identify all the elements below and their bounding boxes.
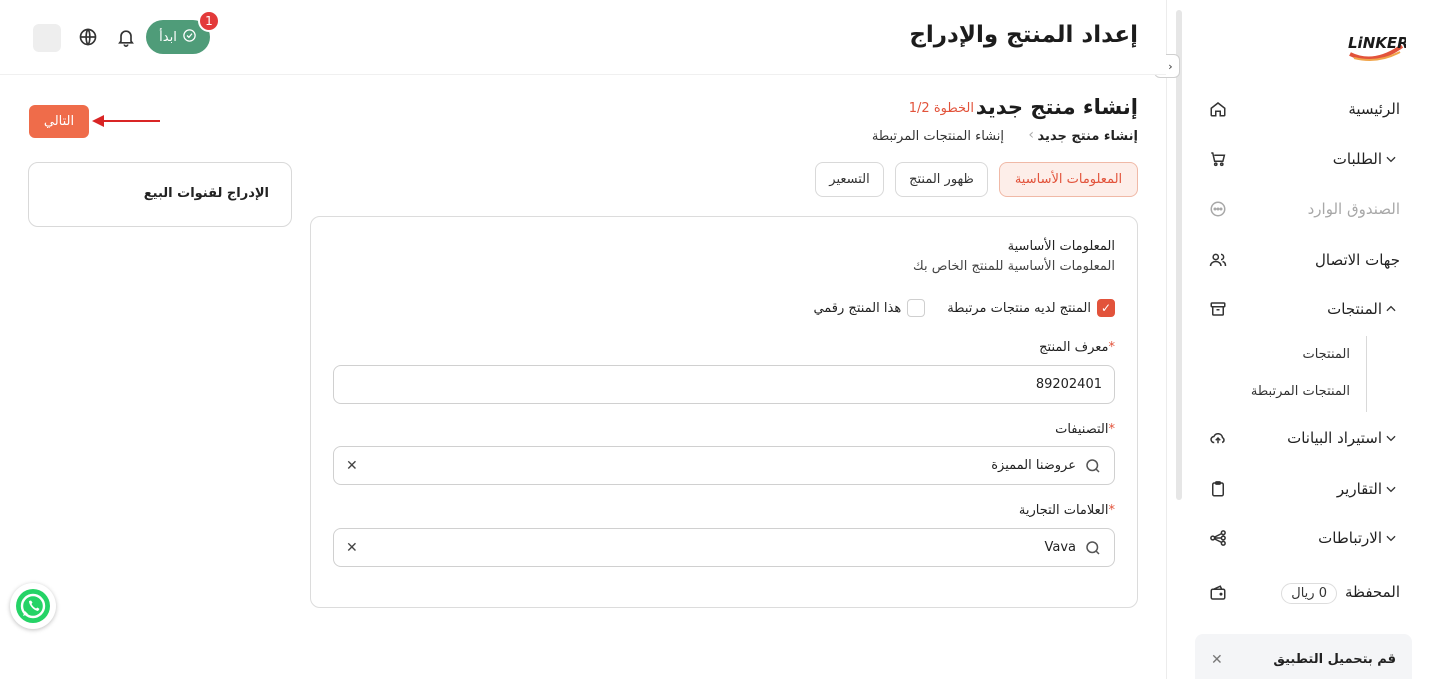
checkbox-row: ✓ المنتج لديه منتجات مرتبطة هذا المنتج ر… bbox=[813, 299, 1115, 317]
nav-wallet-label: المحفظة 0 ريال bbox=[1229, 582, 1400, 604]
brands-label: العلامات التجارية* bbox=[1019, 503, 1115, 518]
chevron-down-icon[interactable] bbox=[1382, 429, 1400, 447]
nav-home-label: الرئيسية bbox=[1348, 100, 1400, 118]
globe-icon[interactable] bbox=[78, 27, 98, 47]
breadcrumb-current[interactable]: إنشاء منتج جديد bbox=[1038, 129, 1138, 144]
close-icon[interactable]: ✕ bbox=[1211, 652, 1223, 668]
product-id-label-text: معرف المنتج bbox=[1039, 340, 1109, 355]
clipboard-icon bbox=[1207, 478, 1229, 500]
sales-channels-card[interactable]: الإدراج لقنوات البيع bbox=[28, 162, 292, 227]
avatar[interactable] bbox=[33, 24, 61, 52]
tab-pricing[interactable]: التسعير bbox=[815, 162, 884, 197]
chevron-down-icon[interactable] bbox=[1382, 529, 1400, 547]
promo-title: قم بتحميل التطبيق bbox=[1273, 652, 1396, 667]
search-icon bbox=[1084, 539, 1102, 557]
nav-orders-label: الطلبات bbox=[1332, 150, 1382, 168]
close-icon[interactable]: ✕ bbox=[346, 540, 358, 556]
arrow-left-icon bbox=[92, 115, 160, 127]
nav-import[interactable]: استيراد البيانات bbox=[1195, 423, 1400, 453]
start-button-label: ابدأ bbox=[159, 29, 177, 45]
categories-value: عروضنا المميزة bbox=[991, 458, 1076, 473]
categories-label: التصنيفات* bbox=[1055, 422, 1115, 437]
whatsapp-icon[interactable] bbox=[10, 583, 56, 629]
digital-product-label: هذا المنتج رقمي bbox=[813, 300, 902, 316]
chevron-left-icon: ‹ bbox=[1028, 127, 1034, 143]
nav-home[interactable]: الرئيسية bbox=[1195, 94, 1400, 124]
next-button[interactable]: التالي bbox=[29, 105, 89, 138]
sidebar-scrollbar[interactable] bbox=[1176, 10, 1182, 500]
categories-select[interactable]: عروضنا المميزة ✕ bbox=[333, 446, 1115, 485]
required-mark: * bbox=[1108, 422, 1116, 437]
page-title: إعداد المنتج والإدراج bbox=[909, 22, 1138, 48]
nav-reports-label: التقارير bbox=[1336, 480, 1382, 498]
basic-info-card: المعلومات الأساسية المعلومات الأساسية لل… bbox=[310, 216, 1138, 608]
tab-basic-info[interactable]: المعلومات الأساسية bbox=[999, 162, 1138, 197]
sales-channels-label: الإدراج لقنوات البيع bbox=[143, 186, 269, 201]
search-icon bbox=[1084, 457, 1102, 475]
check-circle-icon bbox=[182, 28, 197, 47]
brands-select[interactable]: Vava ✕ bbox=[333, 528, 1115, 567]
bell-icon[interactable] bbox=[116, 27, 136, 47]
required-mark: * bbox=[1108, 340, 1116, 355]
share-nodes-icon bbox=[1207, 527, 1229, 549]
svg-text:LiNKER: LiNKER bbox=[1348, 34, 1406, 52]
cloud-upload-icon bbox=[1207, 427, 1229, 449]
nav-inbox[interactable]: الصندوق الوارد bbox=[1195, 194, 1400, 224]
section-title: المعلومات الأساسية bbox=[1007, 239, 1115, 254]
product-id-input[interactable]: 89202401 bbox=[333, 365, 1115, 404]
nav-sub-products[interactable]: المنتجات bbox=[1302, 347, 1350, 362]
product-id-label: معرف المنتج* bbox=[1039, 340, 1115, 355]
categories-label-text: التصنيفات bbox=[1055, 422, 1109, 437]
wallet-icon bbox=[1207, 582, 1229, 604]
close-icon[interactable]: ✕ bbox=[346, 458, 358, 474]
main-content: إنشاء منتج جديد الخطوة 1/2 إنشاء منتج جد… bbox=[0, 75, 1166, 679]
nav-orders[interactable]: الطلبات bbox=[1195, 144, 1400, 174]
nav-contacts[interactable]: جهات الاتصال bbox=[1195, 245, 1400, 275]
chevron-up-icon[interactable] bbox=[1382, 300, 1400, 318]
notification-count-badge: 1 bbox=[198, 10, 220, 32]
home-icon bbox=[1207, 98, 1229, 120]
nav-inbox-label: الصندوق الوارد bbox=[1307, 200, 1400, 218]
form-heading: إنشاء منتج جديد bbox=[975, 95, 1138, 119]
step-indicator: الخطوة 1/2 bbox=[908, 101, 974, 116]
linker-logo[interactable]: LiNKER bbox=[1344, 24, 1409, 64]
nav-import-label: استيراد البيانات bbox=[1287, 429, 1382, 447]
nav-sub-related-products[interactable]: المنتجات المرتبطة bbox=[1251, 384, 1350, 399]
brands-label-text: العلامات التجارية bbox=[1018, 503, 1109, 518]
chevron-down-icon[interactable] bbox=[1382, 150, 1400, 168]
required-mark: * bbox=[1108, 503, 1116, 518]
top-bar: إعداد المنتج والإدراج ابدأ 1 bbox=[0, 0, 1166, 75]
submenu-divider bbox=[1366, 336, 1367, 412]
nav-wallet[interactable]: المحفظة 0 ريال bbox=[1195, 578, 1400, 608]
related-products-label: المنتج لديه منتجات مرتبطة bbox=[947, 300, 1091, 316]
nav-integrations-label: الارتباطات bbox=[1318, 529, 1382, 547]
app-download-banner[interactable]: قم بتحميل التطبيق ✕ bbox=[1195, 634, 1412, 679]
sidebar: LiNKER الرئيسية الطلبات الصندوق الوارد ج… bbox=[1166, 0, 1430, 679]
wallet-label-text: المحفظة bbox=[1344, 582, 1400, 601]
nav-products-label: المنتجات bbox=[1327, 300, 1382, 318]
nav-products[interactable]: المنتجات bbox=[1195, 294, 1400, 324]
tab-product-appearance[interactable]: ظهور المنتج bbox=[895, 162, 988, 197]
chat-icon bbox=[1207, 198, 1229, 220]
nav-integrations[interactable]: الارتباطات bbox=[1195, 523, 1400, 553]
nav-reports[interactable]: التقارير bbox=[1195, 474, 1400, 504]
wallet-balance-badge: 0 ريال bbox=[1281, 582, 1337, 604]
section-subtitle: المعلومات الأساسية للمنتج الخاص بك bbox=[913, 259, 1115, 274]
product-id-value: 89202401 bbox=[1035, 377, 1102, 392]
cart-icon bbox=[1207, 148, 1229, 170]
archive-box-icon bbox=[1207, 298, 1229, 320]
breadcrumb-next[interactable]: إنشاء المنتجات المرتبطة bbox=[872, 129, 1004, 144]
related-products-checkbox[interactable]: ✓ bbox=[1097, 299, 1115, 317]
users-icon bbox=[1207, 249, 1229, 271]
digital-product-checkbox[interactable] bbox=[907, 299, 926, 317]
nav-contacts-label: جهات الاتصال bbox=[1314, 251, 1400, 269]
chevron-down-icon[interactable] bbox=[1382, 480, 1400, 498]
brands-value: Vava bbox=[1044, 540, 1076, 555]
